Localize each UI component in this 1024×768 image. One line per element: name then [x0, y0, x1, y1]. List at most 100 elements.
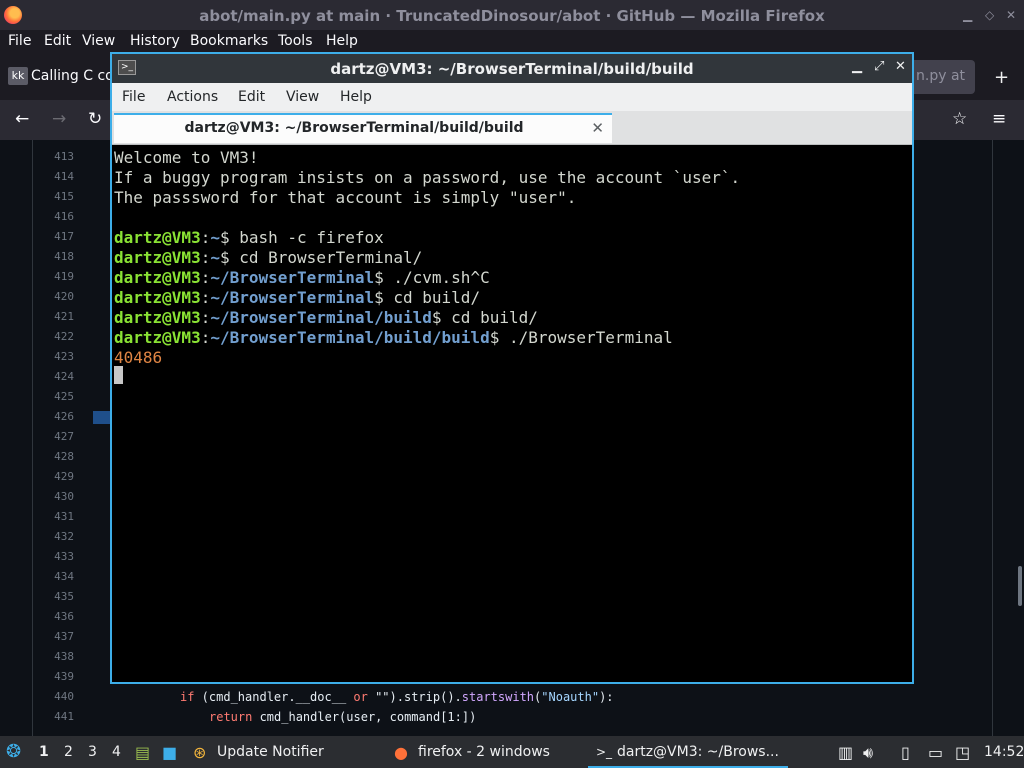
line-number[interactable]: 437: [38, 630, 74, 643]
tab-main-py-title: n.py at: [916, 68, 966, 84]
line-number[interactable]: 433: [38, 550, 74, 563]
terminal-tabbar: dartz@VM3: ~/BrowserTerminal/build/build…: [112, 111, 912, 145]
terminal-tab-close-icon[interactable]: ✕: [591, 119, 604, 137]
prompt-separator: :: [200, 248, 211, 267]
prompt-user-host: dartz@VM3: [114, 228, 201, 247]
tab-favicon-icon: kk: [8, 67, 28, 85]
line-number[interactable]: 438: [38, 650, 74, 663]
line-number[interactable]: 439: [38, 670, 74, 683]
terminal-prompt-line: dartz@VM3:~/BrowserTerminal$ ./cvm.sh^C: [114, 268, 490, 287]
terminal-menu-help[interactable]: Help: [340, 89, 372, 105]
code-line-440: if (cmd_handler.__doc__ or "").strip().s…: [180, 690, 614, 704]
line-number[interactable]: 417: [38, 230, 74, 243]
prompt-user-host: dartz@VM3: [114, 328, 201, 347]
prompt-command: $ cd build/: [374, 288, 481, 307]
terminal-menu-view[interactable]: View: [286, 89, 319, 105]
desktop-4[interactable]: 4: [112, 744, 121, 760]
line-number[interactable]: 422: [38, 330, 74, 343]
line-number[interactable]: 423: [38, 350, 74, 363]
terminal-window-title: dartz@VM3: ~/BrowserTerminal/build/build: [330, 60, 694, 78]
line-number[interactable]: 427: [38, 430, 74, 443]
terminal-titlebar[interactable]: >_ dartz@VM3: ~/BrowserTerminal/build/bu…: [112, 54, 912, 83]
terminal-tab[interactable]: dartz@VM3: ~/BrowserTerminal/build/build…: [114, 113, 612, 143]
terminal-maximize-icon[interactable]: ⤢: [874, 59, 884, 74]
line-number[interactable]: 419: [38, 270, 74, 283]
line-number[interactable]: 441: [38, 710, 74, 723]
bookmark-star-icon[interactable]: ☆: [952, 109, 967, 129]
prompt-separator: :: [200, 328, 211, 347]
line-number[interactable]: 415: [38, 190, 74, 203]
file-manager-icon[interactable]: ▤: [135, 743, 150, 762]
update-notifier-item[interactable]: Update Notifier: [217, 744, 324, 760]
taskbar: ❂ 1 2 3 4 ▤ ■ ⊛ Update Notifier ● firefo…: [0, 736, 1024, 768]
terminal-output[interactable]: Welcome to VM3! If a buggy program insis…: [112, 145, 912, 682]
line-number[interactable]: 413: [38, 150, 74, 163]
prompt-path: ~: [210, 248, 220, 267]
display-icon[interactable]: ▭: [928, 743, 943, 762]
terminal-menu-actions[interactable]: Actions: [167, 89, 218, 105]
line-highlight-marker: [93, 411, 111, 424]
menu-file[interactable]: File: [8, 33, 31, 49]
maximize-icon[interactable]: ◇: [985, 8, 994, 22]
back-icon[interactable]: ←: [15, 109, 29, 129]
line-number[interactable]: 421: [38, 310, 74, 323]
line-number[interactable]: 425: [38, 390, 74, 403]
menu-bookmarks[interactable]: Bookmarks: [190, 33, 268, 49]
line-number[interactable]: 420: [38, 290, 74, 303]
line-number[interactable]: 416: [38, 210, 74, 223]
prompt-user-host: dartz@VM3: [114, 308, 201, 327]
clipboard-icon[interactable]: ▯: [901, 743, 910, 762]
terminal-menu-file[interactable]: File: [122, 89, 145, 105]
app-menu-icon[interactable]: ≡: [992, 109, 1006, 129]
show-desktop-icon[interactable]: ■: [162, 743, 177, 762]
menu-tools[interactable]: Tools: [278, 33, 313, 49]
terminal-tab-title: dartz@VM3: ~/BrowserTerminal/build/build: [184, 120, 524, 136]
terminal-prompt-line: dartz@VM3:~$ cd BrowserTerminal/: [114, 248, 422, 267]
prompt-path: ~/BrowserTerminal: [210, 288, 375, 307]
new-tab-icon[interactable]: +: [994, 67, 1009, 88]
line-number[interactable]: 414: [38, 170, 74, 183]
terminal-close-icon[interactable]: ✕: [895, 59, 906, 74]
code-keyword: if: [180, 690, 195, 704]
minimize-icon[interactable]: ▁: [963, 8, 972, 22]
line-number[interactable]: 430: [38, 490, 74, 503]
prompt-user-host: dartz@VM3: [114, 248, 201, 267]
terminal-menu-edit[interactable]: Edit: [238, 89, 265, 105]
line-number[interactable]: 428: [38, 450, 74, 463]
menu-history[interactable]: History: [130, 33, 180, 49]
desktop-3[interactable]: 3: [88, 744, 97, 760]
tray-expander-icon[interactable]: ▥: [838, 743, 853, 762]
volume-icon[interactable]: 🔊︎: [863, 743, 873, 763]
page-scrollbar[interactable]: [1018, 566, 1022, 606]
line-number[interactable]: 436: [38, 610, 74, 623]
line-number[interactable]: 429: [38, 470, 74, 483]
prompt-command: $ cd BrowserTerminal/: [219, 248, 423, 267]
desktop-2[interactable]: 2: [64, 744, 73, 760]
menu-view[interactable]: View: [82, 33, 115, 49]
terminal-prompt-line: dartz@VM3:~/BrowserTerminal$ cd build/: [114, 288, 480, 307]
menu-edit[interactable]: Edit: [44, 33, 71, 49]
line-number[interactable]: 434: [38, 570, 74, 583]
forward-icon[interactable]: →: [52, 109, 66, 129]
prompt-command: $ ./cvm.sh^C: [374, 268, 490, 287]
tab-calling-c[interactable]: Calling C co: [31, 68, 111, 84]
terminal-minimize-icon[interactable]: ▁: [852, 59, 862, 74]
prompt-command: $ ./BrowserTerminal: [489, 328, 673, 347]
terminal-taskbar-item[interactable]: >_ dartz@VM3: ~/Brows...: [588, 736, 788, 768]
desktop-1[interactable]: 1: [39, 744, 49, 760]
menu-help[interactable]: Help: [326, 33, 358, 49]
line-number[interactable]: 424: [38, 370, 74, 383]
app-launcher-icon[interactable]: ❂: [6, 741, 21, 762]
line-number[interactable]: 431: [38, 510, 74, 523]
line-number[interactable]: 426: [38, 410, 74, 423]
reload-icon[interactable]: ↻: [88, 109, 102, 129]
network-icon[interactable]: ◳: [955, 743, 970, 762]
line-number[interactable]: 440: [38, 690, 74, 703]
line-number[interactable]: 418: [38, 250, 74, 263]
line-number[interactable]: 432: [38, 530, 74, 543]
firefox-taskbar-item[interactable]: firefox - 2 windows: [418, 744, 550, 760]
close-icon[interactable]: ✕: [1006, 8, 1016, 22]
code-keyword: or: [353, 690, 368, 704]
terminal-window: >_ dartz@VM3: ~/BrowserTerminal/build/bu…: [110, 52, 914, 684]
line-number[interactable]: 435: [38, 590, 74, 603]
